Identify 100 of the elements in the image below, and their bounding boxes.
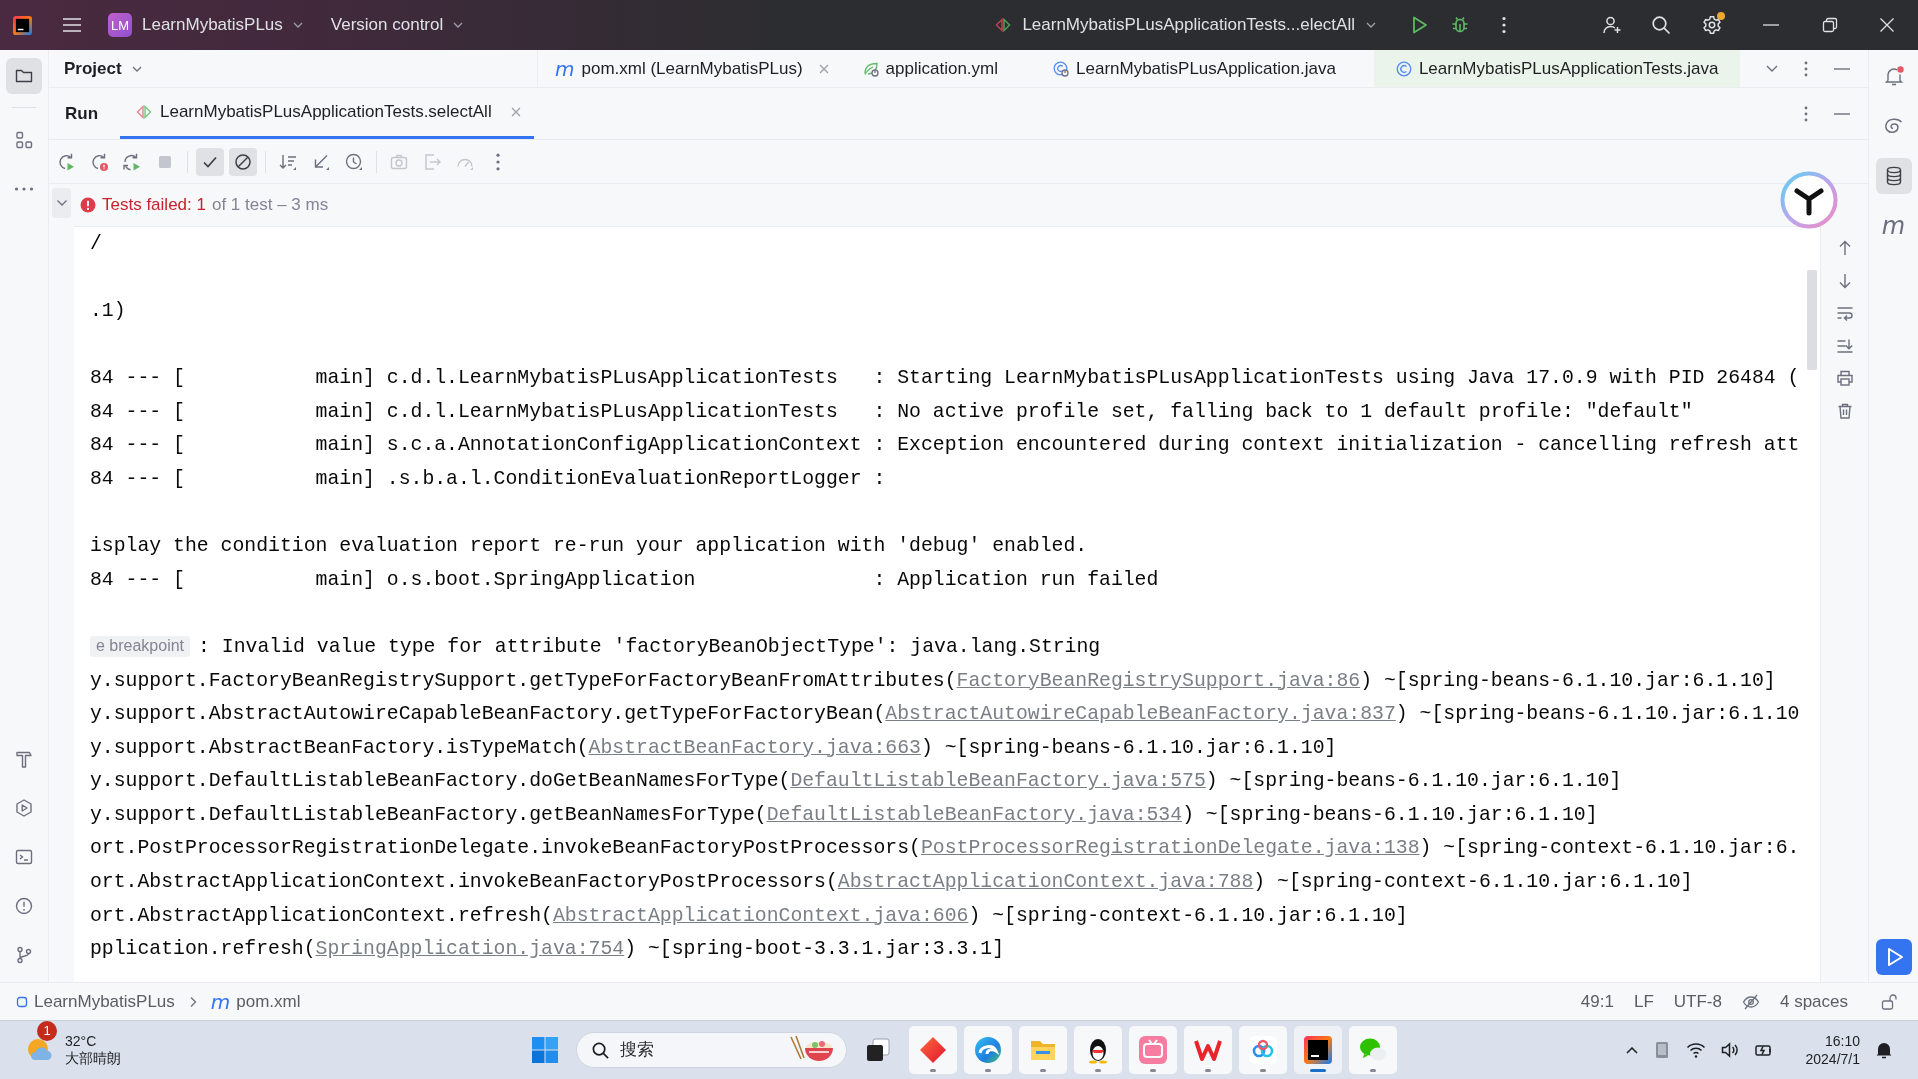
leaf-icon [862, 60, 879, 77]
play-icon[interactable] [1875, 939, 1912, 975]
rerun-icon [56, 151, 76, 172]
more-icon[interactable] [1804, 60, 1808, 77]
git-branch-icon [14, 945, 34, 965]
run-tab[interactable]: LearnMybatisPLusApplicationTests.selectAll [120, 88, 534, 139]
console-text: ) ~[spring-beans-6.1.10.jar:6.1.10] [1182, 803, 1598, 826]
project-tool-button[interactable] [6, 58, 42, 94]
cloud-app-button[interactable] [1239, 1026, 1287, 1074]
editor-tab[interactable]: LearnMybatisPLusApplicationTests.java [1373, 50, 1741, 87]
console-text: ) ~[spring-beans-6.1.10.jar:6.1.10] [1205, 770, 1622, 793]
chevron-up-icon[interactable] [1625, 1046, 1638, 1054]
terminal-icon [14, 847, 34, 867]
console-link[interactable]: PostProcessorRegistrationDelegate.java:138 [920, 837, 1420, 860]
files-app-button[interactable] [1019, 1026, 1067, 1074]
database-button[interactable] [1875, 158, 1912, 194]
printer-icon[interactable] [1835, 369, 1854, 387]
settings-icon[interactable] [1702, 15, 1722, 35]
clock-time[interactable]: 16:10 [1824, 1031, 1860, 1050]
more-icon [14, 187, 34, 191]
module-icon [16, 995, 28, 1008]
editor-tab[interactable]: LearnMybatisPLusApplication.java [1036, 50, 1374, 87]
console-text: : Invalid value type for attribute 'factoryBeanObjectType': java.lang.String [198, 635, 1101, 658]
app-logo-icon[interactable] [13, 15, 32, 35]
scrollbar[interactable] [1807, 270, 1817, 370]
soft-wrap-icon[interactable] [1835, 304, 1854, 322]
app-logo-icon [1304, 1036, 1332, 1064]
weather-condition: 大部晴朗 [65, 1050, 121, 1068]
file-encoding[interactable]: UTF-8 [1673, 991, 1722, 1012]
letter-m-icon: m [210, 991, 231, 1012]
history-icon [344, 151, 364, 172]
wifi-icon[interactable] [1685, 1040, 1706, 1060]
workspace-switcher[interactable]: LM LearnMybatisPLus [102, 9, 309, 41]
console-text: y.support.AbstractAutowireCapableBeanFactory.getTypeForFactoryBean( [90, 703, 886, 726]
more-icon[interactable] [1804, 105, 1808, 122]
console-text: ) ~[spring-beans-6.1.10.jar:6.1.10 [1395, 703, 1800, 726]
console-link[interactable]: AbstractApplicationContext.java:606 [552, 904, 969, 927]
letter-m-icon: m [1881, 214, 1906, 238]
console-text: 84 --- [ main] s.c.a.AnnotationConfigApplicationContext : Exception encountered during context initialization - cancelling refresh att [90, 434, 1800, 457]
version-control-menu[interactable]: Version control [330, 15, 464, 35]
console-link[interactable]: DefaultListableBeanFactory.java:575 [790, 770, 1206, 793]
editor-tab[interactable]: m pom.xml (LearnMybatisPLus) [538, 50, 846, 87]
console-link[interactable]: DefaultListableBeanFactory.java:534 [766, 803, 1183, 826]
chevron-down-icon[interactable] [1766, 65, 1778, 72]
add-user-icon[interactable] [1602, 15, 1622, 35]
ide-app-button[interactable] [1294, 1026, 1342, 1074]
console-link[interactable]: FactoryBeanRegistrySupport.java:86 [956, 669, 1361, 692]
caret-position[interactable]: 49:1 [1580, 991, 1614, 1012]
rerun-failed-icon [89, 151, 109, 172]
auto-rerun-icon [122, 151, 142, 172]
chevron-down-icon [55, 199, 68, 207]
show-passed-button[interactable] [196, 147, 224, 176]
slash-circle-icon [233, 151, 253, 172]
speaker-icon[interactable] [1719, 1040, 1740, 1060]
show-ignored-button[interactable] [229, 147, 257, 176]
hexagon-play-icon [14, 798, 34, 818]
more-icon[interactable] [1502, 16, 1506, 34]
console-text: 84 --- [ main] .s.b.a.l.ConditionEvaluationReportLogger : [90, 467, 886, 490]
caret-icon [1366, 22, 1376, 28]
browser-app-button[interactable] [964, 1026, 1012, 1074]
office-app-button[interactable] [1184, 1026, 1232, 1074]
tiles-icon [531, 1036, 559, 1064]
diamond-icon [919, 1036, 947, 1064]
tv-tile-icon [1139, 1036, 1167, 1064]
console-link[interactable]: SpringApplication.java:754 [315, 938, 625, 961]
structure-icon [14, 130, 34, 150]
bug-icon[interactable] [1450, 15, 1470, 35]
console-text: y.support.AbstractBeanFactory.isTypeMatch( [90, 736, 589, 759]
line-separator[interactable]: LF [1633, 991, 1654, 1012]
restore-icon[interactable] [1822, 17, 1838, 33]
project-view-selector[interactable]: Project [64, 58, 142, 79]
console-link[interactable]: AbstractAutowireCapableBeanFactory.java:837 [885, 703, 1396, 726]
minimize-icon[interactable] [1834, 67, 1850, 70]
search-field[interactable]: 搜索 [576, 1032, 847, 1068]
clock-date[interactable]: 2024/7/1 [1805, 1050, 1860, 1069]
console-link[interactable]: AbstractBeanFactory.java:663 [588, 736, 921, 759]
search-icon[interactable] [1651, 15, 1671, 35]
console-text: / [90, 232, 102, 255]
class-icon [1395, 60, 1412, 77]
export-icon [422, 151, 442, 172]
breadcrumb[interactable]: LearnMybatisPLus [16, 991, 175, 1012]
video-app-button[interactable] [1129, 1026, 1177, 1074]
alert-circle-icon [14, 896, 34, 916]
ring-logo-icon[interactable] [1780, 171, 1838, 229]
breakpoint-hint[interactable]: e breakpoint [90, 636, 191, 658]
chat-app-button[interactable] [1074, 1026, 1122, 1074]
bell-icon[interactable] [1874, 1040, 1894, 1060]
console-link[interactable]: AbstractApplicationContext.java:788 [837, 871, 1254, 894]
diamond-app-button[interactable] [909, 1026, 957, 1074]
run-configuration-selector[interactable]: LearnMybatisPLusApplicationTests...electAll [995, 15, 1376, 35]
minimize-icon[interactable] [1834, 112, 1850, 115]
indent-setting[interactable]: 4 spaces [1779, 991, 1848, 1012]
console-text: ort.PostProcessorRegistrationDelegate.invokeBeanFactoryPostProcessors( [90, 837, 921, 860]
menu-icon[interactable] [62, 17, 82, 33]
editor-tab[interactable]: application.yml [845, 50, 1036, 87]
eye-slash-icon[interactable] [1741, 992, 1760, 1011]
breadcrumb[interactable]: m pom.xml [210, 991, 301, 1012]
maven-button[interactable]: m [1875, 208, 1912, 244]
console-text: pplication.refresh( [90, 938, 316, 961]
unlock-icon[interactable] [1880, 992, 1898, 1011]
